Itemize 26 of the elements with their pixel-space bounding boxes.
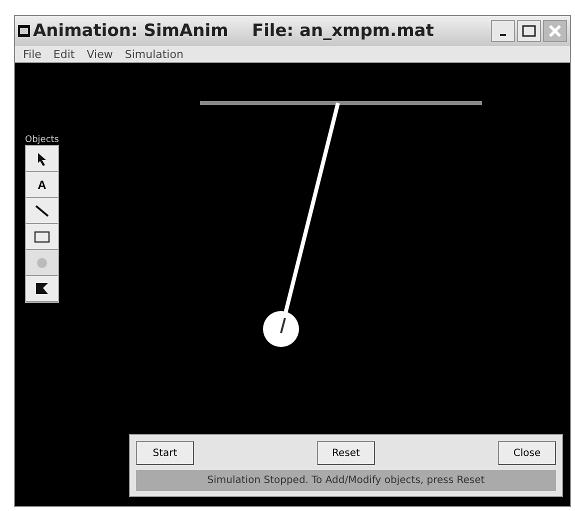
close-icon (548, 24, 562, 38)
flag-icon (35, 282, 49, 295)
maximize-button[interactable] (517, 20, 541, 42)
tool-button[interactable] (26, 146, 58, 172)
line-icon (35, 204, 49, 218)
window-title: Animation: SimAnim File: an_xmpm.mat (33, 21, 435, 41)
minimize-button[interactable] (491, 20, 515, 42)
minimize-icon (500, 34, 506, 36)
menu-item[interactable]: Edit (53, 48, 75, 60)
panel-button[interactable]: Close (498, 441, 556, 465)
menu-item[interactable]: File (23, 48, 42, 60)
panel-button[interactable]: Start (136, 441, 194, 465)
rectangle-icon (34, 230, 50, 242)
tool-button[interactable] (26, 276, 58, 302)
menu-item[interactable]: Simulation (124, 48, 184, 60)
circle-icon (36, 256, 48, 268)
panel-button[interactable]: Reset (317, 441, 375, 465)
pointer-icon (36, 152, 48, 166)
status-message: Simulation Stopped. To Add/Modify objects, press Reset (136, 470, 556, 491)
maximize-icon (522, 25, 536, 37)
palette-label: Objects (25, 135, 60, 145)
tool-button[interactable] (26, 224, 58, 250)
tool-button[interactable]: A (26, 172, 58, 198)
menu-item[interactable]: View (86, 48, 113, 60)
tool-button[interactable] (26, 198, 58, 224)
app-icon (18, 25, 30, 37)
